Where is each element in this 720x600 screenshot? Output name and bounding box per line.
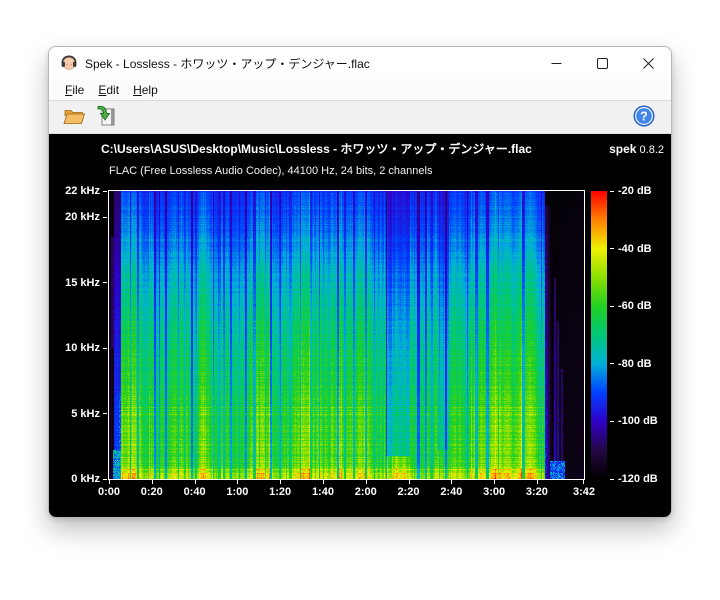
db-tick xyxy=(610,248,614,249)
app-version: spek 0.8.2 xyxy=(609,142,664,156)
open-folder-icon xyxy=(62,104,86,131)
menu-edit[interactable]: Edit xyxy=(91,81,126,99)
freq-tick xyxy=(103,217,107,218)
maximize-button[interactable] xyxy=(579,47,625,79)
time-tick xyxy=(583,480,584,484)
help-icon: ? xyxy=(632,104,656,131)
format-info: FLAC (Free Lossless Audio Codec), 44100 … xyxy=(109,165,432,177)
freq-tick-label: 10 kHz xyxy=(48,342,100,354)
time-tick-label: 2:20 xyxy=(385,486,433,498)
time-tick-label: 0:00 xyxy=(85,486,133,498)
db-color-scale: -20 dB-40 dB-60 dB-80 dB-100 dB-120 dB xyxy=(591,191,607,479)
time-tick xyxy=(537,480,538,484)
close-button[interactable] xyxy=(625,47,671,79)
db-tick-label: -40 dB xyxy=(618,243,652,255)
time-tick xyxy=(237,480,238,484)
db-tick-label: -100 dB xyxy=(618,415,658,427)
time-tick-label: 2:00 xyxy=(342,486,390,498)
db-tick xyxy=(610,191,614,192)
time-tick xyxy=(409,480,410,484)
save-spectrogram-button[interactable] xyxy=(91,102,121,132)
time-tick xyxy=(494,480,495,484)
file-path-title: C:\Users\ASUS\Desktop\Music\Lossless - ホ… xyxy=(101,140,599,157)
db-tick xyxy=(610,479,614,480)
time-tick-label: 0:20 xyxy=(128,486,176,498)
time-tick-label: 3:00 xyxy=(470,486,518,498)
spek-window: Spek - Lossless - ホワッツ・アップ・デンジャー.flac Fi… xyxy=(48,46,672,518)
db-tick xyxy=(610,421,614,422)
db-tick-label: -80 dB xyxy=(618,358,652,370)
toolbar: ? xyxy=(49,100,671,134)
file-line: C:\Users\ASUS\Desktop\Music\Lossless - ホ… xyxy=(101,140,664,157)
freq-tick xyxy=(103,413,107,414)
freq-tick xyxy=(103,282,107,283)
help-button[interactable]: ? xyxy=(629,102,659,132)
menubar: File Edit Help xyxy=(49,79,671,100)
time-tick xyxy=(280,480,281,484)
spectrogram-panel: C:\Users\ASUS\Desktop\Music\Lossless - ホ… xyxy=(49,134,671,517)
time-tick-label: 2:40 xyxy=(427,486,475,498)
time-tick-label: 3:20 xyxy=(513,486,561,498)
window-controls xyxy=(533,47,671,79)
titlebar: Spek - Lossless - ホワッツ・アップ・デンジャー.flac xyxy=(49,47,671,79)
open-file-button[interactable] xyxy=(59,102,89,132)
spectrogram-plot: 22 kHz20 kHz15 kHz10 kHz5 kHz0 kHz0:000:… xyxy=(108,190,585,480)
db-tick-label: -120 dB xyxy=(618,473,658,485)
freq-tick-label: 20 kHz xyxy=(48,211,100,223)
svg-text:?: ? xyxy=(640,109,648,123)
time-tick xyxy=(152,480,153,484)
time-tick-label: 0:40 xyxy=(171,486,219,498)
minimize-button[interactable] xyxy=(533,47,579,79)
time-tick xyxy=(195,480,196,484)
time-tick-label: 1:20 xyxy=(256,486,304,498)
time-tick xyxy=(323,480,324,484)
freq-tick-label: 5 kHz xyxy=(48,408,100,420)
db-tick xyxy=(610,306,614,307)
menu-help[interactable]: Help xyxy=(126,81,165,99)
freq-tick xyxy=(103,191,107,192)
freq-tick xyxy=(103,348,107,349)
time-tick xyxy=(109,480,110,484)
spectrogram-image xyxy=(109,191,584,479)
freq-tick-label: 22 kHz xyxy=(48,185,100,197)
time-tick-label: 3:42 xyxy=(560,486,608,498)
menu-file[interactable]: File xyxy=(58,81,91,99)
db-tick-label: -20 dB xyxy=(618,185,652,197)
freq-tick-label: 0 kHz xyxy=(48,473,100,485)
time-tick xyxy=(451,480,452,484)
window-title: Spek - Lossless - ホワッツ・アップ・デンジャー.flac xyxy=(85,55,533,72)
db-tick xyxy=(610,363,614,364)
freq-tick-label: 15 kHz xyxy=(48,277,100,289)
save-spectrogram-icon xyxy=(94,104,118,131)
time-tick-label: 1:40 xyxy=(299,486,347,498)
freq-tick xyxy=(103,479,107,480)
db-tick-label: -60 dB xyxy=(618,300,652,312)
time-tick xyxy=(366,480,367,484)
spek-app-icon xyxy=(60,54,78,72)
time-tick-label: 1:00 xyxy=(213,486,261,498)
